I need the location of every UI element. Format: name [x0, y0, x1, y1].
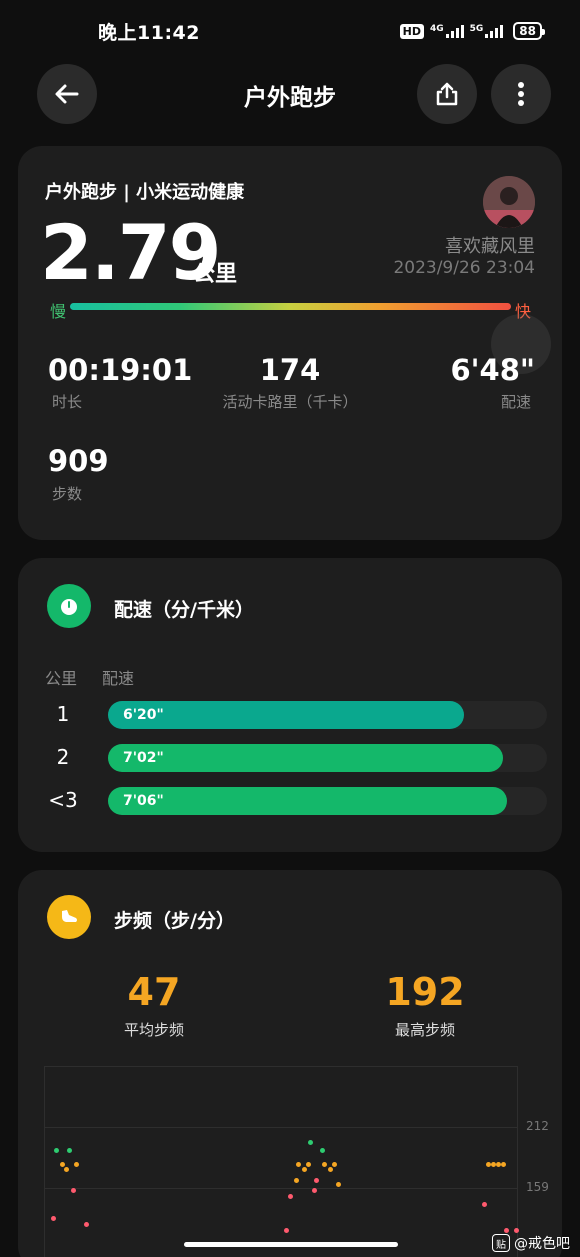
cadence-dot	[332, 1162, 337, 1167]
cadence-dot	[84, 1222, 89, 1227]
avg-cadence-value: 47	[127, 970, 181, 1014]
pace-bar-track: 6'20"	[108, 701, 547, 729]
summary-card: 户外跑步 | 小米运动健康 2.79 公里 喜欢藏风里 2023/9/26 23…	[18, 146, 562, 540]
cadence-section-icon	[47, 895, 91, 939]
tieba-icon: 贴	[492, 1234, 510, 1252]
cadence-dot	[54, 1148, 59, 1153]
cadence-dot	[51, 1216, 56, 1221]
pace-section-title: 配速（分/千米）	[114, 599, 254, 621]
km-column-header: 公里	[45, 669, 78, 688]
cadence-dot	[322, 1162, 327, 1167]
cadence-dot	[294, 1178, 299, 1183]
watermark-text: @戒色吧	[514, 1236, 570, 1252]
avatar[interactable]	[483, 176, 535, 228]
shoe-icon	[62, 910, 77, 922]
cadence-card: 步频（步/分） 47 平均步频 192 最高步频 212 159	[18, 870, 562, 1257]
steps-value: 909	[48, 444, 109, 478]
cadence-dot	[306, 1162, 311, 1167]
home-indicator[interactable]	[184, 1242, 398, 1247]
calories-value: 174	[259, 353, 321, 387]
user-name[interactable]: 喜欢藏风里	[445, 232, 535, 258]
pace-value: 6'48"	[450, 353, 535, 387]
cadence-dot	[320, 1148, 325, 1153]
distance-unit: 公里	[193, 262, 238, 287]
pace-label: 配速	[500, 393, 531, 411]
cadence-dot	[501, 1162, 506, 1167]
pace-bar-track: 7'02"	[108, 744, 547, 772]
cadence-dot	[312, 1188, 317, 1193]
hd-icon: HD	[399, 23, 424, 39]
pace-bar: 6'20"	[108, 701, 464, 729]
pace-bar: 7'06"	[108, 787, 508, 815]
cadence-dot	[336, 1182, 341, 1187]
status-bar: 晚上11:42 HD 4G 5G 88	[0, 0, 580, 62]
pace-bar-track: 7'06"	[108, 787, 547, 815]
grid-line	[44, 1188, 518, 1189]
cadence-dot	[308, 1140, 313, 1145]
avg-cadence-label: 平均步频	[123, 1021, 184, 1039]
max-cadence-label: 最高步频	[394, 1021, 455, 1039]
pace-section-icon	[47, 584, 91, 628]
y-tick-label: 212	[526, 1119, 549, 1133]
cadence-section-title: 步频（步/分）	[114, 910, 235, 932]
chart-frame	[44, 1066, 518, 1257]
y-tick-label: 159	[526, 1180, 549, 1194]
signal-4g-icon: 4G	[430, 24, 464, 38]
cadence-dot	[60, 1162, 65, 1167]
cadence-dot	[67, 1148, 72, 1153]
cadence-dot	[482, 1202, 487, 1207]
cadence-dot	[314, 1178, 319, 1183]
pace-row-km: 2	[56, 745, 70, 769]
workout-datetime: 2023/9/26 23:04	[393, 258, 535, 278]
cadence-dot	[71, 1188, 76, 1193]
watermark: 贴 @戒色吧	[492, 1233, 570, 1253]
status-icons: HD 4G 5G 88	[399, 22, 545, 40]
duration-value: 00:19:01	[48, 353, 193, 387]
cadence-dot	[302, 1167, 307, 1172]
share-button[interactable]	[417, 64, 477, 124]
pace-card: 配速（分/千米） 公里 配速 1 6'20" 2 7'02" <3 7'06"	[18, 558, 562, 852]
max-cadence-value: 192	[385, 970, 465, 1014]
pace-bar: 7'02"	[108, 744, 504, 772]
avatar-image	[483, 176, 535, 228]
cadence-dot	[288, 1194, 293, 1199]
speed-gradient-bar	[70, 303, 511, 310]
pace-row-km: <3	[48, 788, 78, 812]
duration-label: 时长	[52, 393, 83, 411]
signal-5g-icon: 5G	[470, 24, 504, 38]
cadence-dot	[284, 1228, 289, 1233]
status-time: 晚上11:42	[98, 21, 200, 44]
cadence-chart: 212 159	[44, 1066, 549, 1257]
more-vertical-icon	[518, 82, 524, 106]
source-label: 户外跑步 | 小米运动健康	[45, 182, 245, 203]
steps-label: 步数	[52, 485, 83, 503]
stopwatch-icon	[61, 599, 77, 615]
cadence-dot	[74, 1162, 79, 1167]
cadence-dot	[64, 1167, 69, 1172]
share-icon	[436, 82, 458, 106]
top-bar: 户外跑步	[0, 62, 580, 126]
slow-label: 慢	[50, 302, 67, 321]
battery-icon: 88	[513, 22, 545, 40]
more-button[interactable]	[491, 64, 551, 124]
pace-column-header: 配速	[102, 669, 135, 688]
cadence-dot	[296, 1162, 301, 1167]
grid-line	[44, 1127, 518, 1128]
pace-row-km: 1	[56, 702, 70, 726]
calories-label: 活动卡路里（千卡）	[222, 393, 358, 411]
cadence-dot	[328, 1167, 333, 1172]
